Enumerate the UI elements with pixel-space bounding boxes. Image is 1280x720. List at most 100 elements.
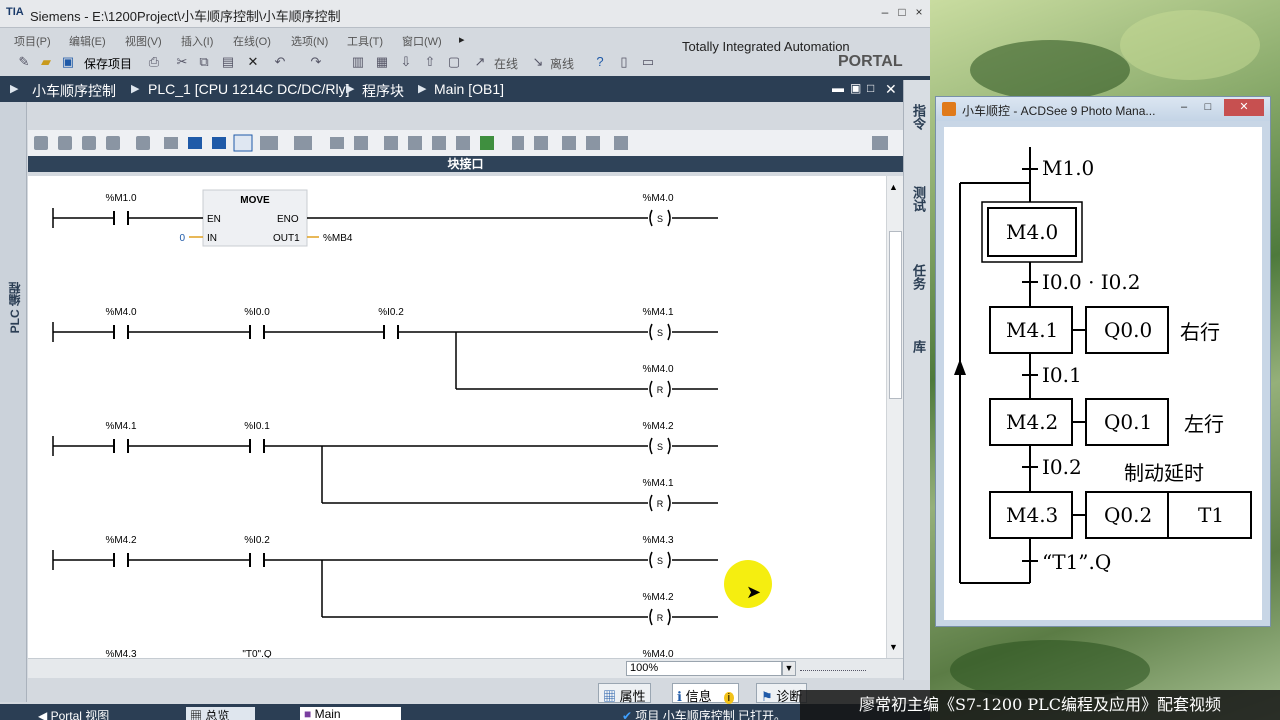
tab-libraries[interactable]: 库 bbox=[907, 340, 928, 353]
coil-left-arc[interactable] bbox=[649, 437, 653, 455]
coil-right-arc[interactable] bbox=[667, 209, 671, 227]
contact-label[interactable]: %M4.1 bbox=[105, 421, 137, 432]
coil-label[interactable]: %M4.1 bbox=[642, 307, 674, 318]
move-out-value[interactable]: %MB4 bbox=[323, 233, 353, 244]
coil-label[interactable]: %M4.2 bbox=[642, 421, 674, 432]
new-project-icon[interactable]: ✎ bbox=[16, 54, 32, 70]
menu-view[interactable]: 视图(V) bbox=[125, 33, 162, 49]
tab-properties[interactable]: ▦ 属性 bbox=[598, 683, 651, 704]
save-icon[interactable]: ▣ bbox=[60, 54, 76, 70]
block-toolbar-icons[interactable] bbox=[28, 130, 903, 156]
coil-label[interactable]: %M4.0 bbox=[642, 364, 674, 375]
accessible-devices-icon[interactable]: ? bbox=[592, 54, 608, 70]
coil-right-arc[interactable] bbox=[667, 608, 671, 626]
go-online-icon[interactable]: ↗ bbox=[472, 54, 488, 70]
save-project-button[interactable]: 保存项目 bbox=[84, 55, 132, 72]
coil-right-arc[interactable] bbox=[667, 323, 671, 341]
menu-tools[interactable]: 工具(T) bbox=[347, 33, 383, 49]
coil-right-arc[interactable] bbox=[667, 551, 671, 569]
print-icon[interactable]: ⎙ bbox=[146, 54, 162, 70]
coil-left-arc[interactable] bbox=[649, 551, 653, 569]
coil-left-arc[interactable] bbox=[649, 380, 653, 398]
split-vertical-icon[interactable]: ▭ bbox=[640, 54, 656, 70]
breadcrumb-main[interactable]: Main [OB1] bbox=[434, 81, 504, 97]
simulation-icon[interactable]: ▢ bbox=[446, 54, 462, 70]
coil-label[interactable]: %M4.0 bbox=[642, 193, 674, 204]
acdsee-maximize-icon[interactable]: □ bbox=[1196, 99, 1220, 116]
undo-icon[interactable]: ↶ bbox=[272, 54, 288, 70]
contact-label[interactable]: "T0".Q bbox=[242, 649, 272, 658]
contact-label[interactable]: %I0.1 bbox=[244, 421, 270, 432]
maximize-icon[interactable]: □ bbox=[895, 5, 909, 19]
vertical-scrollbar[interactable]: ▲ ▼ bbox=[886, 176, 903, 658]
minimize-icon[interactable]: – bbox=[878, 5, 892, 19]
cut-icon[interactable]: ✂ bbox=[174, 54, 190, 70]
contact-label[interactable]: %I0.0 bbox=[244, 307, 270, 318]
menu-more-icon[interactable]: ▸ bbox=[459, 33, 465, 46]
menu-window[interactable]: 窗口(W) bbox=[402, 33, 442, 49]
coil-left-arc[interactable] bbox=[649, 209, 653, 227]
main-editor-tab[interactable]: ■ Main bbox=[300, 707, 401, 720]
zoom-slider[interactable] bbox=[800, 667, 866, 671]
editor-minimize-icon[interactable]: ▬ bbox=[832, 81, 844, 95]
breadcrumb-plc[interactable]: PLC_1 [CPU 1214C DC/DC/Rly] bbox=[148, 81, 350, 97]
overview-tab[interactable]: ▦ 总览 bbox=[186, 707, 256, 720]
tab-testing[interactable]: 测试 bbox=[907, 186, 928, 212]
coil-right-arc[interactable] bbox=[667, 380, 671, 398]
contact-label[interactable]: %I0.2 bbox=[244, 535, 270, 546]
coil-label[interactable]: %M4.1 bbox=[642, 478, 674, 489]
scroll-down-icon[interactable]: ▼ bbox=[889, 642, 898, 652]
coil-left-arc[interactable] bbox=[649, 494, 653, 512]
acdsee-minimize-icon[interactable]: – bbox=[1172, 99, 1196, 116]
contact-label[interactable]: %M4.3 bbox=[105, 649, 137, 658]
redo-icon[interactable]: ↷ bbox=[308, 54, 324, 70]
menu-edit[interactable]: 编辑(E) bbox=[69, 33, 106, 49]
split-editor-icon[interactable]: ▥ bbox=[350, 54, 366, 70]
plc-programming-label: PLC 编程 bbox=[8, 282, 22, 334]
breadcrumb-project[interactable]: 小车顺序控制 bbox=[32, 81, 116, 101]
acdsee-close-icon[interactable]: ✕ bbox=[1224, 99, 1264, 116]
editor-maximize-icon[interactable]: □ bbox=[867, 81, 874, 95]
coil-label[interactable]: %M4.0 bbox=[642, 649, 674, 658]
contact-label[interactable]: %M4.0 bbox=[105, 307, 137, 318]
zoom-select[interactable]: 100% bbox=[626, 661, 782, 676]
tab-info[interactable]: ℹ 信息 i bbox=[672, 683, 740, 704]
project-tree-strip[interactable]: PLC 编程 bbox=[0, 102, 27, 702]
copy-icon[interactable]: ⧉ bbox=[196, 54, 212, 70]
compile-icon[interactable]: ▦ bbox=[374, 54, 390, 70]
coil-right-arc[interactable] bbox=[667, 494, 671, 512]
move-in-value[interactable]: 0 bbox=[179, 233, 185, 244]
editor-float-icon[interactable]: ▣ bbox=[850, 81, 861, 95]
coil-left-arc[interactable] bbox=[649, 608, 653, 626]
editor-close-icon[interactable]: ✕ bbox=[885, 81, 897, 98]
coil-label[interactable]: %M4.2 bbox=[642, 592, 674, 603]
delete-icon[interactable]: ✕ bbox=[245, 54, 261, 70]
contact-label[interactable]: %I0.2 bbox=[378, 307, 404, 318]
close-icon[interactable]: × bbox=[912, 5, 926, 19]
upload-icon[interactable]: ⇧ bbox=[422, 54, 438, 70]
go-offline-icon[interactable]: ↘ bbox=[530, 54, 546, 70]
menu-options[interactable]: 选项(N) bbox=[291, 33, 328, 49]
scroll-thumb[interactable] bbox=[889, 231, 902, 399]
tab-tasks[interactable]: 任务 bbox=[907, 264, 928, 290]
zoom-dropdown-icon[interactable]: ▼ bbox=[782, 661, 796, 676]
download-icon[interactable]: ⇩ bbox=[398, 54, 414, 70]
open-project-icon[interactable]: ▰ bbox=[38, 54, 54, 70]
split-horizontal-icon[interactable]: ▯ bbox=[616, 54, 632, 70]
tab-instructions[interactable]: 指令 bbox=[907, 104, 928, 130]
menu-online[interactable]: 在线(O) bbox=[233, 33, 271, 49]
breadcrumb-program-blocks[interactable]: 程序块 bbox=[362, 81, 404, 101]
go-offline-button[interactable]: 离线 bbox=[550, 55, 574, 72]
menu-project[interactable]: 项目(P) bbox=[14, 33, 51, 49]
portal-view-button[interactable]: ◀ Portal 视图 bbox=[38, 707, 109, 720]
scroll-up-icon[interactable]: ▲ bbox=[889, 182, 898, 192]
menu-insert[interactable]: 插入(I) bbox=[181, 33, 213, 49]
paste-icon[interactable]: ▤ bbox=[220, 54, 236, 70]
go-online-button[interactable]: 在线 bbox=[494, 55, 518, 72]
contact-label[interactable]: %M1.0 bbox=[105, 193, 137, 204]
coil-left-arc[interactable] bbox=[649, 323, 653, 341]
coil-label[interactable]: %M4.3 bbox=[642, 535, 674, 546]
block-interface-bar[interactable]: 块接口 bbox=[28, 156, 903, 172]
coil-right-arc[interactable] bbox=[667, 437, 671, 455]
contact-label[interactable]: %M4.2 bbox=[105, 535, 137, 546]
